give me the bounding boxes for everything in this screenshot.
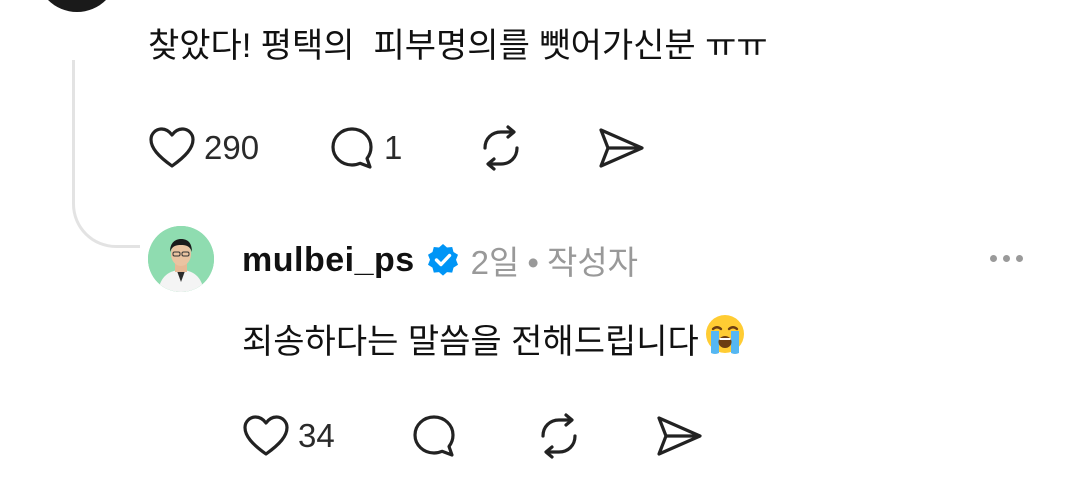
comment-icon	[413, 415, 455, 457]
comment-icon	[331, 127, 373, 169]
doctor-photo	[148, 226, 214, 292]
threads-comment-view: 찾았다! 평택의 피부명의를 뺏어가신분 ㅠㅠ 290 1 mulbei_ps …	[0, 0, 1080, 484]
heart-icon	[149, 127, 195, 168]
post-action-bar: 290 1	[148, 124, 646, 172]
parent-avatar[interactable]	[36, 0, 118, 12]
repost-button[interactable]	[476, 124, 596, 172]
reply-count: 1	[384, 129, 403, 166]
reply-like-count: 34	[298, 417, 335, 454]
reply-button[interactable]: 1	[328, 124, 476, 172]
reply-like-button[interactable]: 34	[242, 414, 410, 458]
like-count: 290	[204, 129, 260, 166]
dot-icon	[990, 254, 997, 262]
reply-text: 죄송하다는 말씀을 전해드립니다	[242, 322, 699, 361]
loudly-crying-face-icon	[703, 312, 747, 371]
post-text: 찾았다! 평택의 피부명의를 뺏어가신분 ㅠㅠ	[148, 27, 768, 65]
reply-action-bar: 34	[242, 412, 704, 460]
reply-repost-button[interactable]	[534, 412, 654, 460]
more-options-button[interactable]	[990, 244, 1023, 272]
reply-text-row: 죄송하다는 말씀을 전해드립니다	[242, 312, 747, 371]
meta-separator: •	[527, 244, 539, 281]
reply-time: 2일	[470, 244, 520, 281]
author-label: 작성자	[546, 244, 639, 281]
repost-icon	[541, 413, 577, 459]
dot-icon	[1003, 254, 1010, 262]
reply-share-button[interactable]	[654, 413, 704, 459]
reply-header: mulbei_ps 2일 • 작성자	[242, 236, 638, 284]
reply-username[interactable]: mulbei_ps	[242, 241, 415, 280]
thread-connector-line	[72, 60, 140, 248]
reply-meta: 2일 • 작성자	[471, 236, 638, 284]
reply-author-avatar[interactable]	[148, 226, 214, 292]
share-icon	[599, 128, 644, 168]
reply-comment-button[interactable]	[410, 412, 534, 460]
share-button[interactable]	[596, 125, 646, 171]
repost-icon	[483, 125, 519, 171]
share-icon	[657, 416, 702, 456]
heart-icon	[243, 415, 289, 456]
like-button[interactable]: 290	[148, 126, 328, 170]
verified-badge-icon	[425, 242, 461, 278]
dot-icon	[1016, 254, 1023, 262]
